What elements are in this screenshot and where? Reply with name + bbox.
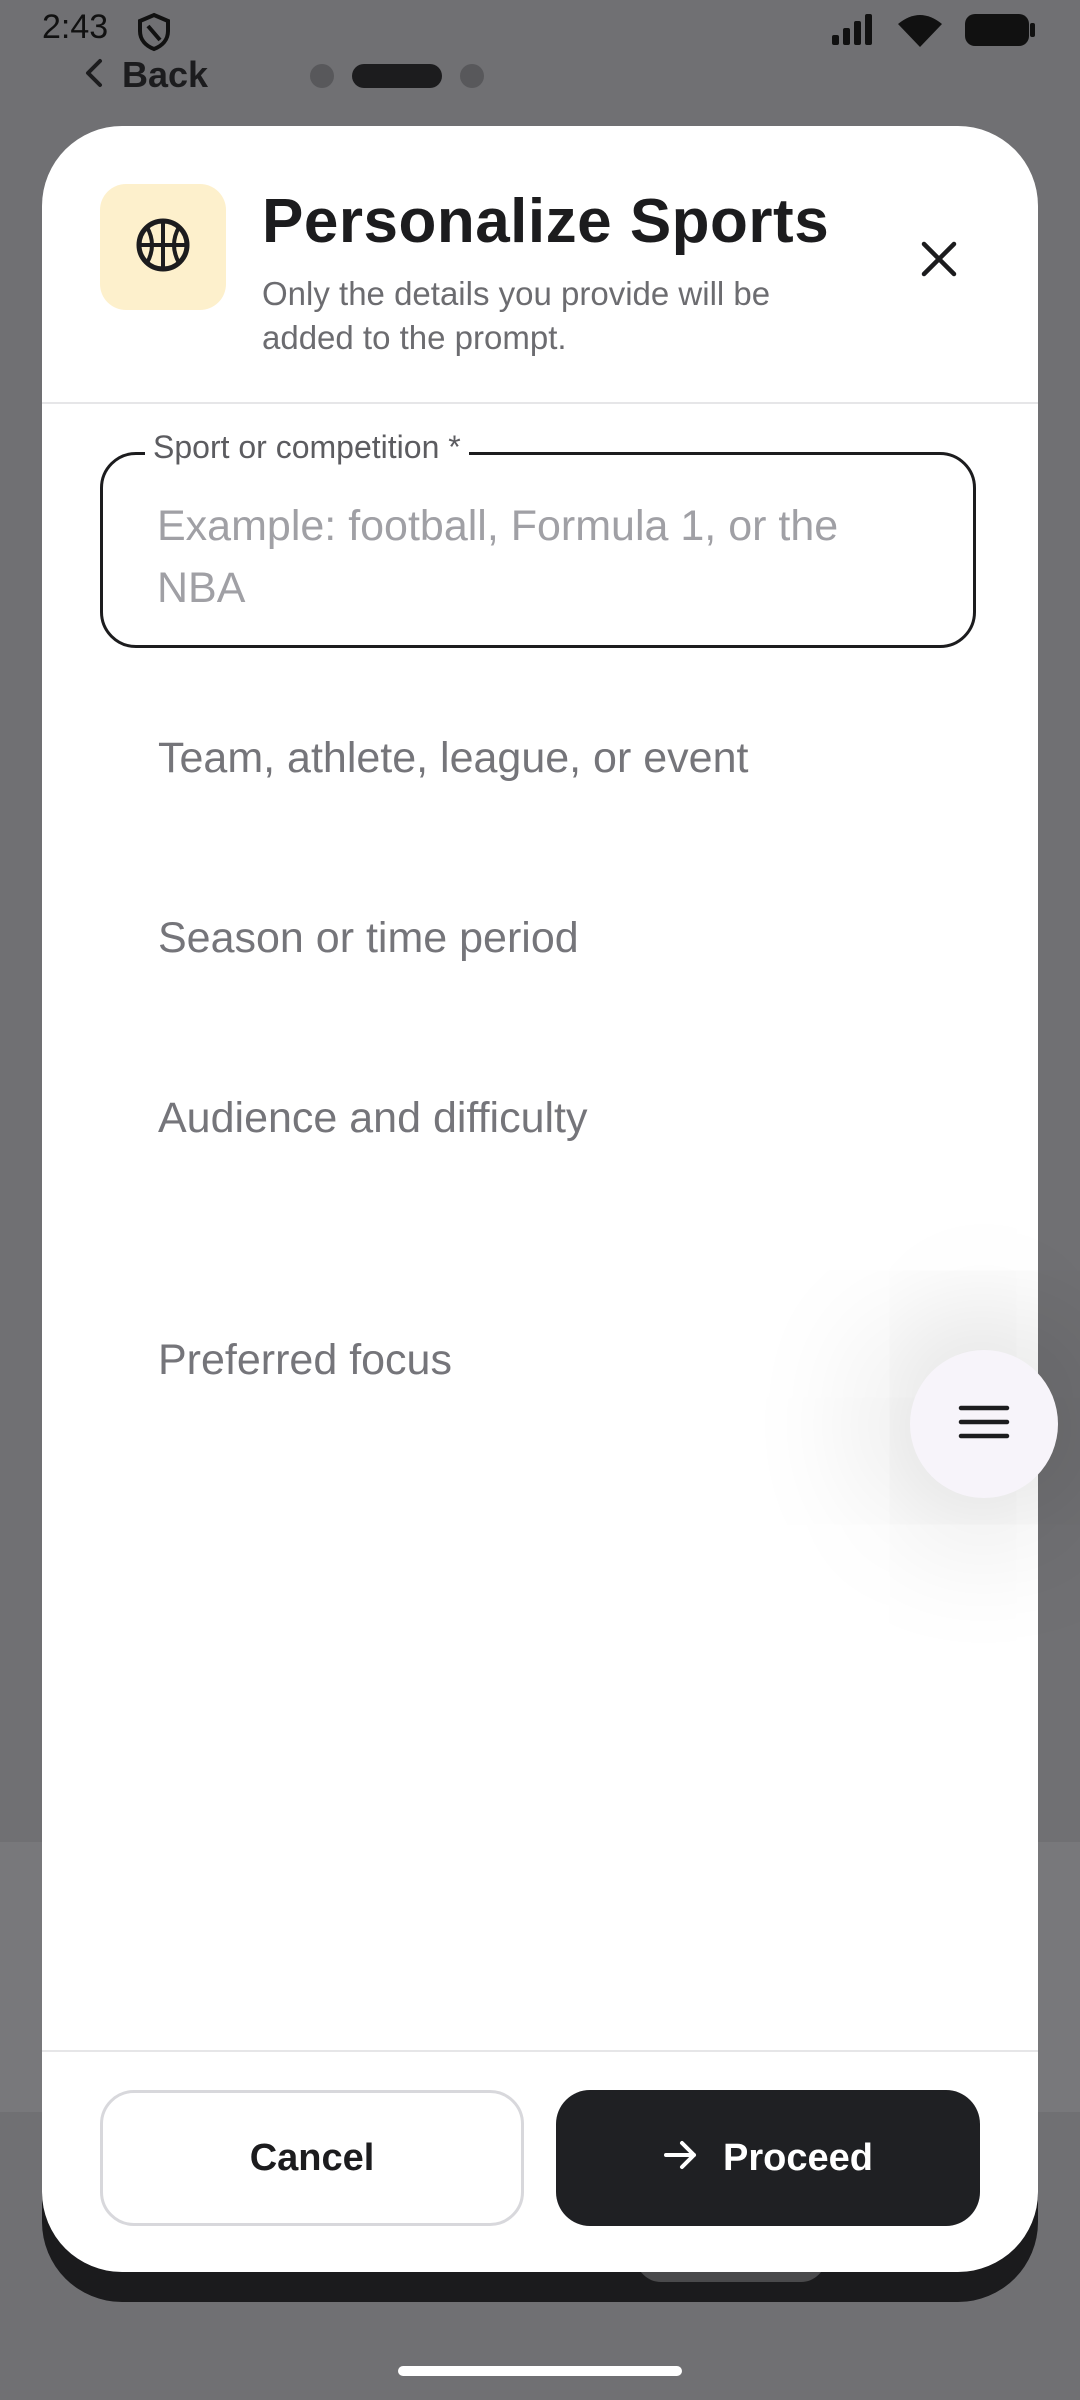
proceed-button[interactable]: Proceed: [556, 2090, 980, 2226]
sport-field-label: Sport or competition *: [145, 429, 469, 466]
arrow-right-icon: [663, 2137, 699, 2180]
step-dot: [460, 64, 484, 88]
step-dot-active: [352, 64, 442, 88]
home-indicator[interactable]: [398, 2366, 682, 2376]
team-field[interactable]: Team, athlete, league, or event: [158, 734, 748, 783]
step-indicator: [310, 64, 484, 88]
header-icon-tile: [100, 184, 226, 310]
status-bar: 2:43: [0, 0, 1080, 62]
back-button[interactable]: Back: [84, 54, 208, 96]
cancel-label: Cancel: [249, 2136, 375, 2179]
sport-field[interactable]: Sport or competition * Example: football…: [100, 429, 976, 648]
wifi-icon: [896, 12, 944, 53]
shield-icon: [136, 12, 172, 57]
dialog-title: Personalize Sports: [262, 187, 830, 256]
cancel-button[interactable]: Cancel: [100, 2090, 524, 2226]
menu-fab[interactable]: [910, 1350, 1058, 1498]
signal-icon: [830, 13, 876, 52]
dialog-subtitle: Only the details you provide will be add…: [262, 275, 771, 356]
close-icon: [919, 239, 959, 284]
basketball-icon: [135, 217, 191, 278]
status-time: 2:43: [42, 8, 109, 46]
proceed-label: Proceed: [723, 2136, 873, 2179]
battery-icon: [964, 12, 1036, 53]
close-button[interactable]: [900, 222, 978, 300]
menu-icon: [958, 1402, 1010, 1447]
chevron-left-icon: [84, 58, 104, 93]
focus-field[interactable]: Preferred focus: [158, 1336, 452, 1385]
back-label: Back: [122, 54, 209, 95]
season-field[interactable]: Season or time period: [158, 914, 579, 963]
sport-field-placeholder: Example: football, Formula 1, or the NBA: [157, 502, 839, 612]
audience-field[interactable]: Audience and difficulty: [158, 1094, 588, 1143]
personalize-dialog: Personalize Sports Only the details you …: [42, 126, 1038, 2272]
dialog-header: Personalize Sports Only the details you …: [42, 126, 1038, 404]
step-dot: [310, 64, 334, 88]
dialog-footer: Cancel Proceed: [42, 2050, 1038, 2272]
